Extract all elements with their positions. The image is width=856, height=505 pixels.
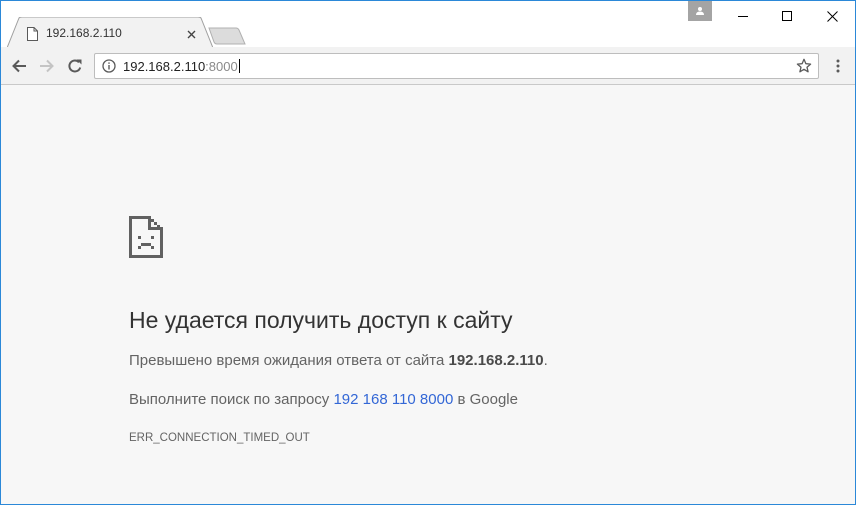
toolbar: 192.168.2.110:8000 [1, 47, 855, 85]
profile-button[interactable] [688, 1, 712, 21]
reload-icon [68, 59, 82, 73]
search-suggestion-end: в Google [453, 391, 518, 408]
info-icon[interactable] [102, 59, 116, 73]
person-icon [696, 7, 704, 15]
new-tab-button[interactable] [208, 27, 246, 45]
maximize-button[interactable] [764, 1, 810, 31]
sad-page-icon [129, 216, 163, 258]
error-host: 192.168.2.110 [448, 352, 544, 369]
browser-window: 192.168.2.110 192.168.2.110:8000 Не удае… [0, 0, 856, 505]
window-close-button[interactable] [809, 1, 855, 31]
error-heading: Не удается получить доступ к сайту [129, 307, 513, 333]
text-caret [238, 59, 240, 73]
close-icon [826, 10, 838, 22]
arrow-right-icon [40, 59, 54, 73]
tab-strip: 192.168.2.110 [1, 1, 855, 48]
arrow-left-icon [12, 59, 26, 73]
star-icon[interactable] [796, 58, 812, 74]
error-description-end: . [543, 352, 548, 369]
tab-title: 192.168.2.110 [46, 26, 122, 40]
url-port: :8000 [205, 59, 238, 74]
browser-menu-button[interactable] [827, 55, 849, 77]
search-suggestion-text: Выполните поиск по запросу [129, 391, 334, 408]
reload-button[interactable] [64, 55, 86, 77]
tab-close-button[interactable] [183, 26, 199, 42]
close-icon [187, 30, 195, 38]
error-description-text: Превышено время ожидания ответа от сайта [129, 352, 449, 369]
url-text[interactable]: 192.168.2.110:8000 [123, 59, 240, 74]
error-code: ERR_CONNECTION_TIMED_OUT [129, 432, 310, 444]
google-search-link[interactable]: 192 168 110 8000 [333, 391, 453, 408]
back-button[interactable] [8, 55, 30, 77]
minimize-icon [738, 16, 748, 17]
kebab-menu-icon [836, 59, 840, 73]
error-description: Превышено время ожидания ответа от сайта… [129, 352, 548, 369]
minimize-button[interactable] [720, 1, 766, 31]
address-bar[interactable]: 192.168.2.110:8000 [94, 53, 819, 79]
maximize-icon [782, 11, 792, 21]
error-page: Не удается получить доступ к сайту Превы… [1, 85, 855, 504]
search-suggestion: Выполните поиск по запросу 192 168 110 8… [129, 391, 518, 408]
page-icon [27, 27, 38, 41]
forward-button[interactable] [36, 55, 58, 77]
url-host: 192.168.2.110 [123, 59, 206, 74]
